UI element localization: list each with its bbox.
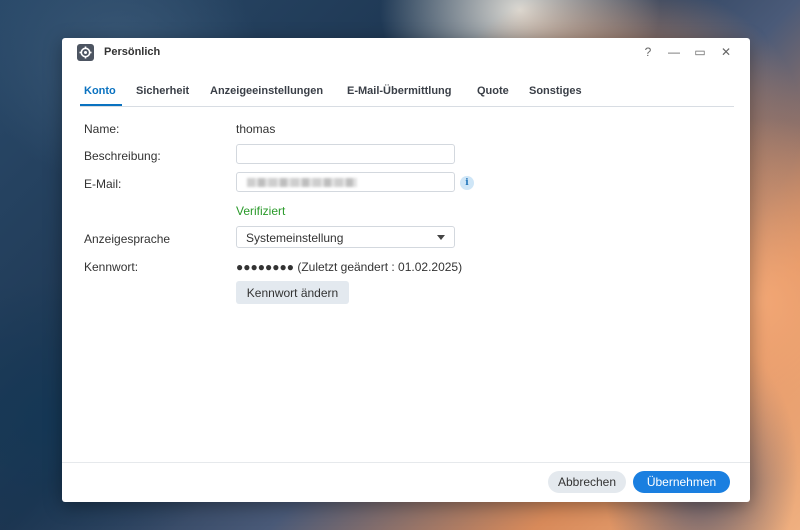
change-password-button[interactable]: Kennwort ändern xyxy=(236,281,349,304)
tab-bar: Konto Sicherheit Anzeigeeinstellungen E-… xyxy=(80,82,734,107)
window-title: Persönlich xyxy=(104,46,161,58)
active-tab-indicator xyxy=(80,104,122,106)
window-titlebar[interactable]: Persönlich ? — ▭ ✕ xyxy=(62,38,750,68)
language-select[interactable]: Systemeinstellung xyxy=(236,226,455,248)
password-value: ●●●●●●●● (Zuletzt geändert : 01.02.2025) xyxy=(236,260,463,274)
language-selected-value: Systemeinstellung xyxy=(246,231,344,245)
footer-divider xyxy=(62,462,750,463)
minimize-button[interactable]: — xyxy=(666,44,682,60)
maximize-button[interactable]: ▭ xyxy=(692,44,708,60)
cancel-button[interactable]: Abbrechen xyxy=(548,471,626,493)
name-label: Name: xyxy=(84,122,120,136)
chevron-down-icon xyxy=(437,235,445,240)
tab-email-uebermittlung[interactable]: E-Mail-Übermittlung xyxy=(347,85,452,97)
help-button[interactable]: ? xyxy=(640,44,656,60)
tab-quote[interactable]: Quote xyxy=(477,85,509,97)
close-button[interactable]: ✕ xyxy=(718,44,734,60)
tab-anzeigeeinstellungen[interactable]: Anzeigeeinstellungen xyxy=(210,85,323,97)
password-label: Kennwort: xyxy=(84,260,139,274)
personal-settings-window: Persönlich ? — ▭ ✕ Konto Sicherheit Anze… xyxy=(62,38,750,502)
control-panel-gear-icon xyxy=(77,44,94,61)
name-value: thomas xyxy=(236,122,276,136)
email-input[interactable] xyxy=(236,172,455,192)
description-input[interactable] xyxy=(236,144,455,164)
tab-sonstiges[interactable]: Sonstiges xyxy=(529,85,582,97)
email-redacted-value xyxy=(247,178,357,187)
tab-sicherheit[interactable]: Sicherheit xyxy=(136,85,189,97)
description-label: Beschreibung: xyxy=(84,149,161,163)
apply-button[interactable]: Übernehmen xyxy=(633,471,730,493)
email-label: E-Mail: xyxy=(84,177,122,191)
email-verified-status: Verifiziert xyxy=(236,204,286,218)
language-label: Anzeigesprache xyxy=(84,232,171,246)
info-icon[interactable]: i xyxy=(460,176,474,190)
tab-konto[interactable]: Konto xyxy=(84,85,116,97)
